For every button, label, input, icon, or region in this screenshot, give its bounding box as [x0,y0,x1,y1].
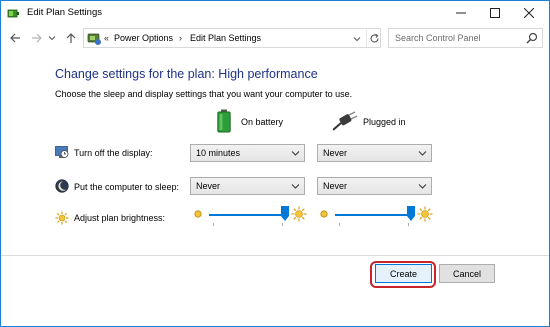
display-plugged-in-select[interactable]: Never [317,144,432,162]
slider-thumb[interactable] [281,206,289,221]
column-header-on-battery: On battery [215,109,305,135]
slider-tick [213,223,214,226]
arrow-left-icon [10,33,20,43]
slider-thumb[interactable] [407,206,415,221]
sun-large-icon [417,206,433,222]
window-title: Edit Plan Settings [27,7,102,18]
maximize-button[interactable] [479,1,511,25]
address-dropdown-button[interactable] [350,31,364,46]
breadcrumb-power-options[interactable]: Power Options [114,33,173,43]
chevron-down-icon[interactable] [291,148,300,158]
minimize-button[interactable] [445,1,477,25]
address-overflow-chevron[interactable]: « [104,33,109,43]
display-on-battery-value[interactable]: 10 minutes [196,148,240,158]
forward-button[interactable] [29,29,45,47]
arrow-right-icon [32,33,42,43]
sun-icon [55,211,69,225]
column-header-plugged-in: Plugged in [332,109,433,135]
sun-large-icon [291,206,307,222]
sleep-plugged-in-select[interactable]: Never [317,177,432,195]
battery-icon [217,109,231,135]
title-bar[interactable]: Edit Plan Settings [1,1,549,25]
footer-divider [1,255,549,256]
chevron-down-icon[interactable] [418,148,427,158]
chevron-down-icon [48,36,56,41]
breadcrumb-separator[interactable]: › [179,33,182,43]
page-description: Choose the sleep and display settings th… [55,89,353,99]
arrow-up-icon [66,33,76,43]
slider-tick [339,223,340,226]
sleep-plugged-in-value[interactable]: Never [323,181,347,191]
plugged-in-label: Plugged in [363,117,406,127]
page-title: Change settings for the plan: High perfo… [55,67,318,81]
chevron-down-icon[interactable] [418,181,427,191]
monitor-clock-icon [55,145,69,159]
refresh-icon [369,33,379,43]
slider-tick [282,223,283,226]
back-button[interactable] [7,29,23,47]
brightness-label: Adjust plan brightness: [74,213,166,223]
close-button[interactable] [513,1,545,25]
navigation-bar: « Power Options › Edit Plan Settings Sea… [1,25,549,51]
sleep-on-battery-select[interactable]: Never [190,177,305,195]
brightness-on-battery-slider[interactable] [193,205,307,227]
breadcrumb-edit-plan-settings[interactable]: Edit Plan Settings [190,33,261,43]
chevron-down-icon[interactable] [291,181,300,191]
sleep-on-battery-value[interactable]: Never [196,181,220,191]
sun-small-icon [319,209,329,219]
moon-icon [55,179,69,193]
slider-fill [335,214,411,216]
search-icon[interactable] [526,32,538,44]
sleep-label: Put the computer to sleep: [74,182,180,192]
control-panel-icon [87,31,102,46]
power-options-icon [7,6,21,20]
cancel-button[interactable]: Cancel [439,264,495,283]
slider-tick [408,223,409,226]
display-plugged-in-value[interactable]: Never [323,148,347,158]
turn-off-display-label: Turn off the display: [74,148,153,158]
power-plug-icon [332,111,359,133]
brightness-plugged-in-slider[interactable] [319,205,433,227]
address-bar[interactable]: « Power Options › Edit Plan Settings [83,28,381,48]
display-on-battery-select[interactable]: 10 minutes [190,144,305,162]
sun-small-icon [193,209,203,219]
create-button[interactable]: Create [375,264,432,283]
recent-locations-button[interactable] [47,29,57,47]
chevron-down-icon [353,36,361,41]
refresh-button[interactable] [366,30,381,47]
on-battery-label: On battery [241,117,284,127]
up-button[interactable] [63,29,79,47]
search-placeholder[interactable]: Search Control Panel [395,33,481,43]
edit-plan-settings-window: Edit Plan Settings « Power Options › Edi… [0,0,550,327]
search-box[interactable]: Search Control Panel [388,28,543,48]
slider-fill [209,214,285,216]
